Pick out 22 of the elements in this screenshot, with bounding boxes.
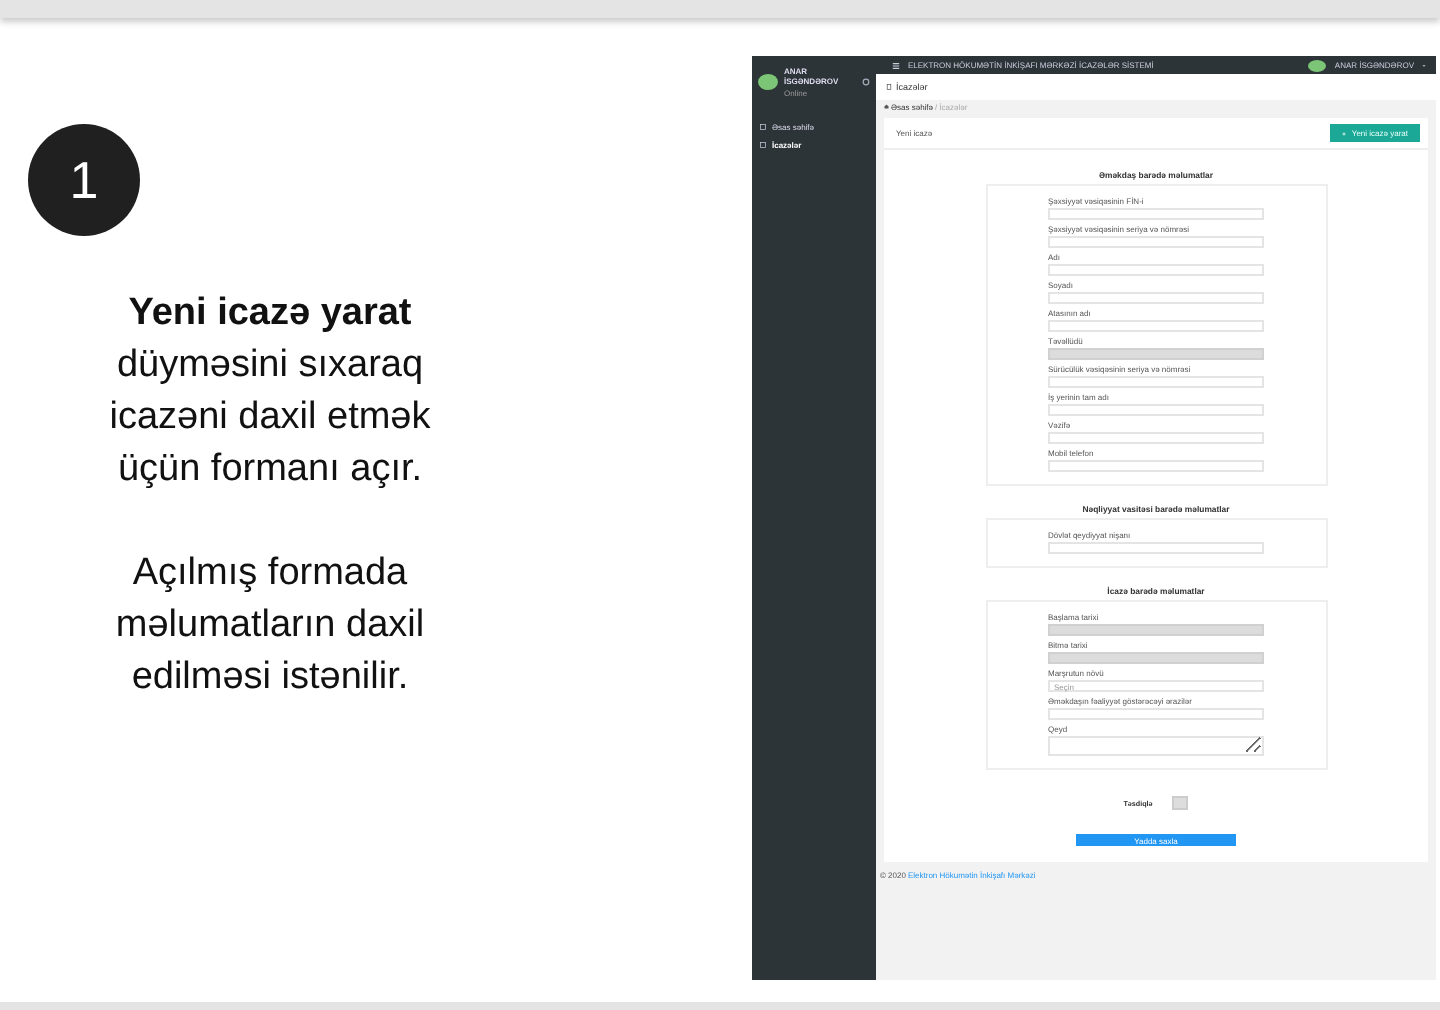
home-icon xyxy=(884,104,889,110)
input-field[interactable] xyxy=(1048,376,1264,388)
input-field[interactable] xyxy=(1048,708,1264,720)
input-field[interactable] xyxy=(1048,320,1264,332)
instruction-text: Yeni icazə yarat düyməsini sıxaraq icazəni daxil etmək üçün formanı açır. xyxy=(107,290,433,494)
input-field[interactable] xyxy=(1048,292,1264,304)
input-field[interactable] xyxy=(1048,432,1264,444)
menu-icon[interactable] xyxy=(892,61,900,69)
document-icon xyxy=(886,84,892,90)
settings-icon[interactable] xyxy=(862,78,870,86)
input-field[interactable] xyxy=(1048,264,1264,276)
avatar-icon xyxy=(1308,59,1327,71)
note-text: Açılmış formada məlumatların daxil edilməsi istənilir. xyxy=(113,550,427,702)
input-field[interactable] xyxy=(1048,404,1264,416)
input-field[interactable] xyxy=(1048,236,1264,248)
input-field[interactable] xyxy=(1048,460,1264,472)
input-field[interactable] xyxy=(1048,542,1264,554)
step-number-badge: 1 xyxy=(28,124,140,236)
text-area[interactable] xyxy=(1048,736,1264,756)
checkbox[interactable] xyxy=(1172,796,1189,810)
input-field[interactable] xyxy=(1048,208,1264,220)
avatar-icon xyxy=(758,74,778,90)
